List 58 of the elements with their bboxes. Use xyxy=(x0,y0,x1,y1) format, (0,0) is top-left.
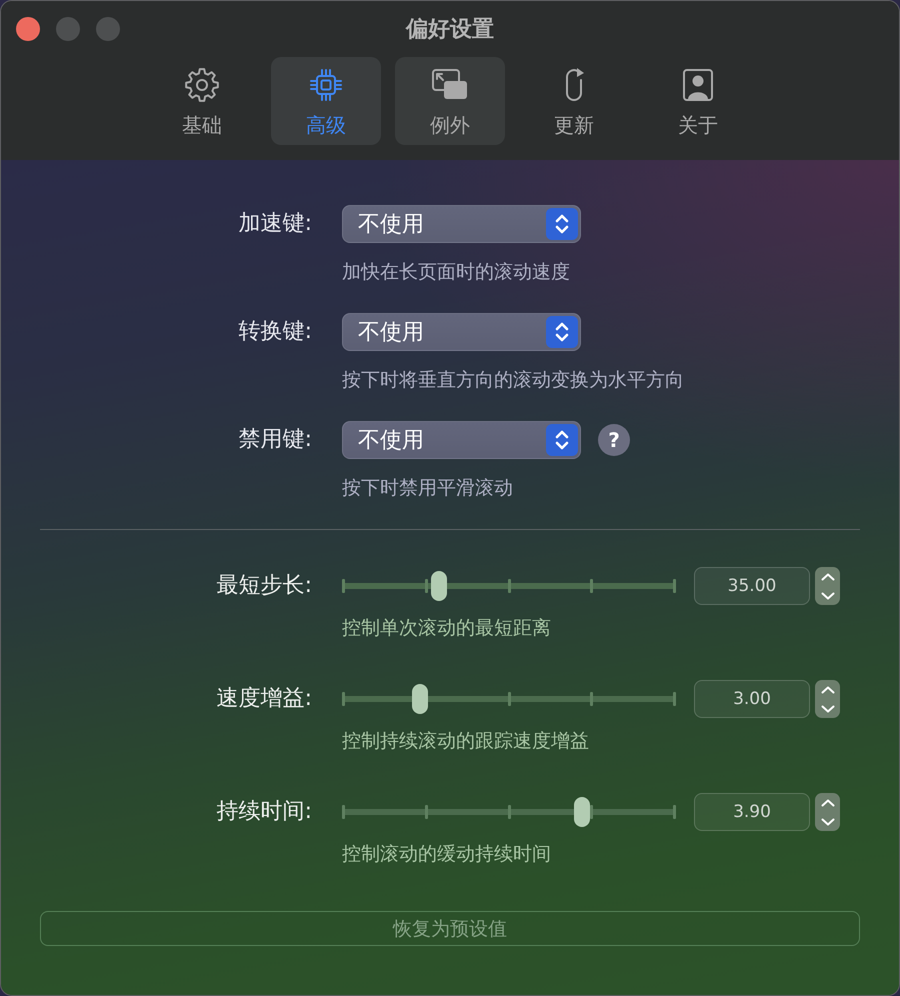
slider-tick xyxy=(590,579,594,593)
slider-thumb[interactable] xyxy=(574,797,590,827)
stepper[interactable] xyxy=(815,793,840,831)
field-label: 禁用键: xyxy=(238,426,312,454)
chevron-down-icon xyxy=(820,592,834,600)
slider-tick xyxy=(673,579,676,593)
slider-tick xyxy=(342,805,345,819)
popup-button[interactable]: 不使用 xyxy=(342,205,581,243)
close-button[interactable] xyxy=(16,17,40,41)
field-label: 转换键: xyxy=(238,318,312,346)
chevron-up-icon xyxy=(820,798,834,806)
number-field[interactable]: 35.00 xyxy=(694,567,810,605)
slider-thumb[interactable] xyxy=(431,571,448,601)
description: 控制滚动的缓动持续时间 xyxy=(342,842,552,867)
toolbar-tab[interactable]: 例外 xyxy=(395,57,505,145)
popup-button[interactable]: 不使用 xyxy=(342,421,581,459)
person-icon xyxy=(680,67,716,103)
slider-tick xyxy=(342,579,345,593)
help-button[interactable]: ? xyxy=(598,424,630,456)
field-label: 速度增益: xyxy=(216,685,312,713)
description: 加快在长页面时的滚动速度 xyxy=(342,260,571,285)
slider-tick xyxy=(508,805,510,819)
chevron-up-icon xyxy=(820,572,834,580)
field-label: 最短步长: xyxy=(216,572,312,600)
slider-tick xyxy=(508,692,510,706)
description: 按下时禁用平滑滚动 xyxy=(342,476,514,501)
toolbar-tab[interactable]: 基础 xyxy=(147,57,257,145)
chevron-down-icon xyxy=(820,704,834,712)
slider-tick xyxy=(508,579,510,593)
slider-tick xyxy=(342,692,345,706)
stepper[interactable] xyxy=(815,567,840,605)
up-down-chevron-icon xyxy=(546,208,578,240)
description: 控制持续滚动的跟踪速度增益 xyxy=(342,729,590,754)
chevron-up-icon xyxy=(820,686,834,694)
slider-tick xyxy=(673,692,676,706)
chevron-down-icon xyxy=(820,818,834,826)
field-label: 加速键: xyxy=(238,210,312,238)
up-down-chevron-icon xyxy=(546,316,578,348)
slider-tick xyxy=(424,805,428,819)
description: 控制单次滚动的最短距离 xyxy=(342,616,552,641)
slider-tick xyxy=(673,805,676,819)
description: 按下时将垂直方向的滚动变换为水平方向 xyxy=(342,368,685,393)
number-field[interactable]: 3.00 xyxy=(694,680,810,718)
toolbar-tab[interactable]: 关于 xyxy=(643,57,753,145)
up-down-chevron-icon xyxy=(546,424,578,456)
toolbar-tab[interactable]: 更新 xyxy=(519,57,629,145)
window-title: 偏好设置 xyxy=(406,16,494,44)
chip-icon xyxy=(308,67,344,103)
toolbar-tab[interactable]: 高级 xyxy=(271,57,381,145)
gear-icon xyxy=(184,67,220,103)
slider-tick xyxy=(590,805,594,819)
field-label: 持续时间: xyxy=(216,798,312,826)
slider-thumb[interactable] xyxy=(412,684,428,714)
slider-tick xyxy=(424,579,428,593)
stepper[interactable] xyxy=(815,680,840,718)
popup-button[interactable]: 不使用 xyxy=(342,313,581,351)
number-field[interactable]: 3.90 xyxy=(694,793,810,831)
slider-tick xyxy=(590,692,594,706)
